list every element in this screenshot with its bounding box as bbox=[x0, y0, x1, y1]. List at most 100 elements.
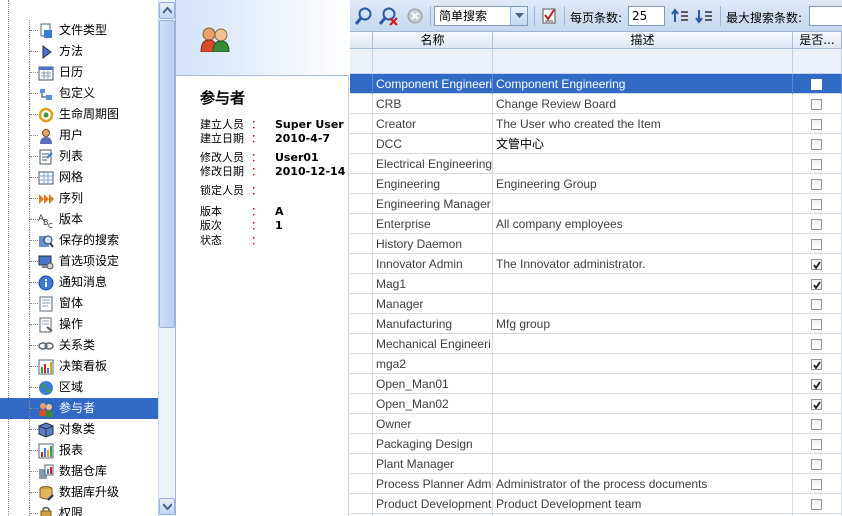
filter-cell[interactable] bbox=[373, 49, 493, 74]
table-row[interactable]: Packaging Design bbox=[350, 434, 842, 454]
table-row[interactable]: Component Engineering Component Engineeri… bbox=[350, 74, 842, 94]
row-indicator[interactable] bbox=[350, 374, 373, 394]
search-mode-select[interactable]: 简单搜索 bbox=[434, 6, 528, 26]
is-alias-checkbox[interactable] bbox=[811, 259, 822, 270]
scroll-down-button[interactable] bbox=[159, 498, 175, 515]
header-name[interactable]: 名称 bbox=[373, 32, 493, 49]
tree-item-saved-search[interactable]: 保存的搜索 bbox=[0, 230, 158, 251]
is-alias-checkbox[interactable] bbox=[811, 139, 822, 150]
row-indicator[interactable] bbox=[350, 434, 373, 454]
table-row[interactable]: Creator The User who created the Item bbox=[350, 114, 842, 134]
table-row[interactable]: History Daemon bbox=[350, 234, 842, 254]
row-indicator[interactable] bbox=[350, 234, 373, 254]
row-indicator[interactable] bbox=[350, 214, 373, 234]
tree-item-report[interactable]: 报表 bbox=[0, 440, 158, 461]
is-alias-checkbox[interactable] bbox=[811, 79, 822, 90]
row-indicator[interactable] bbox=[350, 114, 373, 134]
table-row[interactable]: DCC 文管中心 bbox=[350, 134, 842, 154]
row-indicator[interactable] bbox=[350, 354, 373, 374]
tree-item-itemtype[interactable]: 对象类 bbox=[0, 419, 158, 440]
is-alias-checkbox[interactable] bbox=[811, 399, 822, 410]
row-indicator[interactable] bbox=[350, 334, 373, 354]
row-indicator[interactable] bbox=[350, 94, 373, 114]
tree-item-form[interactable]: 窗体 bbox=[0, 293, 158, 314]
table-row[interactable]: Plant Manager bbox=[350, 454, 842, 474]
row-indicator[interactable] bbox=[350, 254, 373, 274]
is-alias-checkbox[interactable] bbox=[811, 379, 822, 390]
tree-item-calendar[interactable]: 日历 bbox=[0, 62, 158, 83]
is-alias-checkbox[interactable] bbox=[811, 419, 822, 430]
checklist-icon[interactable] bbox=[539, 6, 559, 26]
row-indicator[interactable] bbox=[350, 474, 373, 494]
tree-item-preferences[interactable]: 首选项设定 bbox=[0, 251, 158, 272]
tree-item-revision[interactable]: A B C 版本 bbox=[0, 209, 158, 230]
row-indicator[interactable] bbox=[350, 454, 373, 474]
tree-item-grid[interactable]: 网格 bbox=[0, 167, 158, 188]
is-alias-checkbox[interactable] bbox=[811, 459, 822, 470]
tree-item-action[interactable]: 操作 bbox=[0, 314, 158, 335]
is-alias-checkbox[interactable] bbox=[811, 239, 822, 250]
tree-item-package[interactable]: 包定义 bbox=[0, 83, 158, 104]
tree-item-file-type[interactable]: 文件类型 bbox=[0, 20, 158, 41]
is-alias-checkbox[interactable] bbox=[811, 499, 822, 510]
table-row[interactable]: Manager bbox=[350, 294, 842, 314]
table-row[interactable]: Electrical Engineering bbox=[350, 154, 842, 174]
row-indicator[interactable] bbox=[350, 174, 373, 194]
stop-icon[interactable] bbox=[405, 6, 425, 26]
tree-item-lifecycle[interactable]: 生命周期图 bbox=[0, 104, 158, 125]
page-size-input[interactable]: 25 bbox=[628, 6, 665, 26]
table-row[interactable]: Open_Man01 bbox=[350, 374, 842, 394]
tree-item-warehouse[interactable]: 数据仓库 bbox=[0, 461, 158, 482]
table-row[interactable]: Mag1 bbox=[350, 274, 842, 294]
tree-item-method[interactable]: 方法 bbox=[0, 41, 158, 62]
header-description[interactable]: 描述 bbox=[493, 32, 793, 49]
is-alias-checkbox[interactable] bbox=[811, 299, 822, 310]
tree-item-sequence[interactable]: 序列 bbox=[0, 188, 158, 209]
is-alias-checkbox[interactable] bbox=[811, 359, 822, 370]
table-row[interactable]: Product Development Product Development t… bbox=[350, 494, 842, 514]
table-row[interactable]: Innovator Admin The Innovator administrat… bbox=[350, 254, 842, 274]
table-row[interactable]: Process Planner Admin Administrator of th… bbox=[350, 474, 842, 494]
table-row[interactable]: Enterprise All company employees bbox=[350, 214, 842, 234]
max-search-input[interactable] bbox=[809, 6, 842, 26]
table-row[interactable]: Owner bbox=[350, 414, 842, 434]
is-alias-checkbox[interactable] bbox=[811, 339, 822, 350]
header-is-alias[interactable]: 是否... bbox=[793, 32, 842, 49]
is-alias-checkbox[interactable] bbox=[811, 159, 822, 170]
tree-item-list[interactable]: 列表 bbox=[0, 146, 158, 167]
tree-item-database-upgrade[interactable]: 数据库升级 bbox=[0, 482, 158, 503]
table-row[interactable]: CRB Change Review Board bbox=[350, 94, 842, 114]
row-indicator[interactable] bbox=[350, 394, 373, 414]
row-indicator[interactable] bbox=[350, 294, 373, 314]
tree-item-info[interactable]: 通知消息 bbox=[0, 272, 158, 293]
is-alias-checkbox[interactable] bbox=[811, 479, 822, 490]
is-alias-checkbox[interactable] bbox=[811, 279, 822, 290]
sort-descending-icon[interactable] bbox=[694, 6, 714, 26]
scroll-thumb[interactable] bbox=[159, 20, 175, 328]
table-row[interactable]: Engineering Manager bbox=[350, 194, 842, 214]
tree-item-globe[interactable]: 区域 bbox=[0, 377, 158, 398]
table-row[interactable]: Mechanical Engineeri... bbox=[350, 334, 842, 354]
is-alias-checkbox[interactable] bbox=[811, 319, 822, 330]
table-row[interactable]: Manufacturing Mfg group bbox=[350, 314, 842, 334]
search-icon[interactable] bbox=[354, 6, 374, 26]
row-indicator[interactable] bbox=[350, 194, 373, 214]
scroll-up-button[interactable] bbox=[159, 2, 175, 19]
is-alias-checkbox[interactable] bbox=[811, 99, 822, 110]
tree-item-dashboard[interactable]: 决策看板 bbox=[0, 356, 158, 377]
is-alias-checkbox[interactable] bbox=[811, 439, 822, 450]
tree-item-relationship[interactable]: 关系类 bbox=[0, 335, 158, 356]
tree-item-permission[interactable]: 权限 bbox=[0, 503, 158, 516]
table-row[interactable]: Engineering Engineering Group bbox=[350, 174, 842, 194]
clear-search-icon[interactable] bbox=[378, 6, 398, 26]
is-alias-checkbox[interactable] bbox=[811, 179, 822, 190]
header-rownum[interactable] bbox=[350, 32, 373, 49]
search-mode-dropdown-button[interactable] bbox=[510, 7, 527, 25]
table-row[interactable]: mga2 bbox=[350, 354, 842, 374]
is-alias-checkbox[interactable] bbox=[811, 119, 822, 130]
sort-ascending-icon[interactable] bbox=[670, 6, 690, 26]
row-indicator[interactable] bbox=[350, 274, 373, 294]
row-indicator[interactable] bbox=[350, 154, 373, 174]
row-indicator[interactable] bbox=[350, 74, 373, 94]
filter-cell[interactable] bbox=[793, 49, 842, 74]
